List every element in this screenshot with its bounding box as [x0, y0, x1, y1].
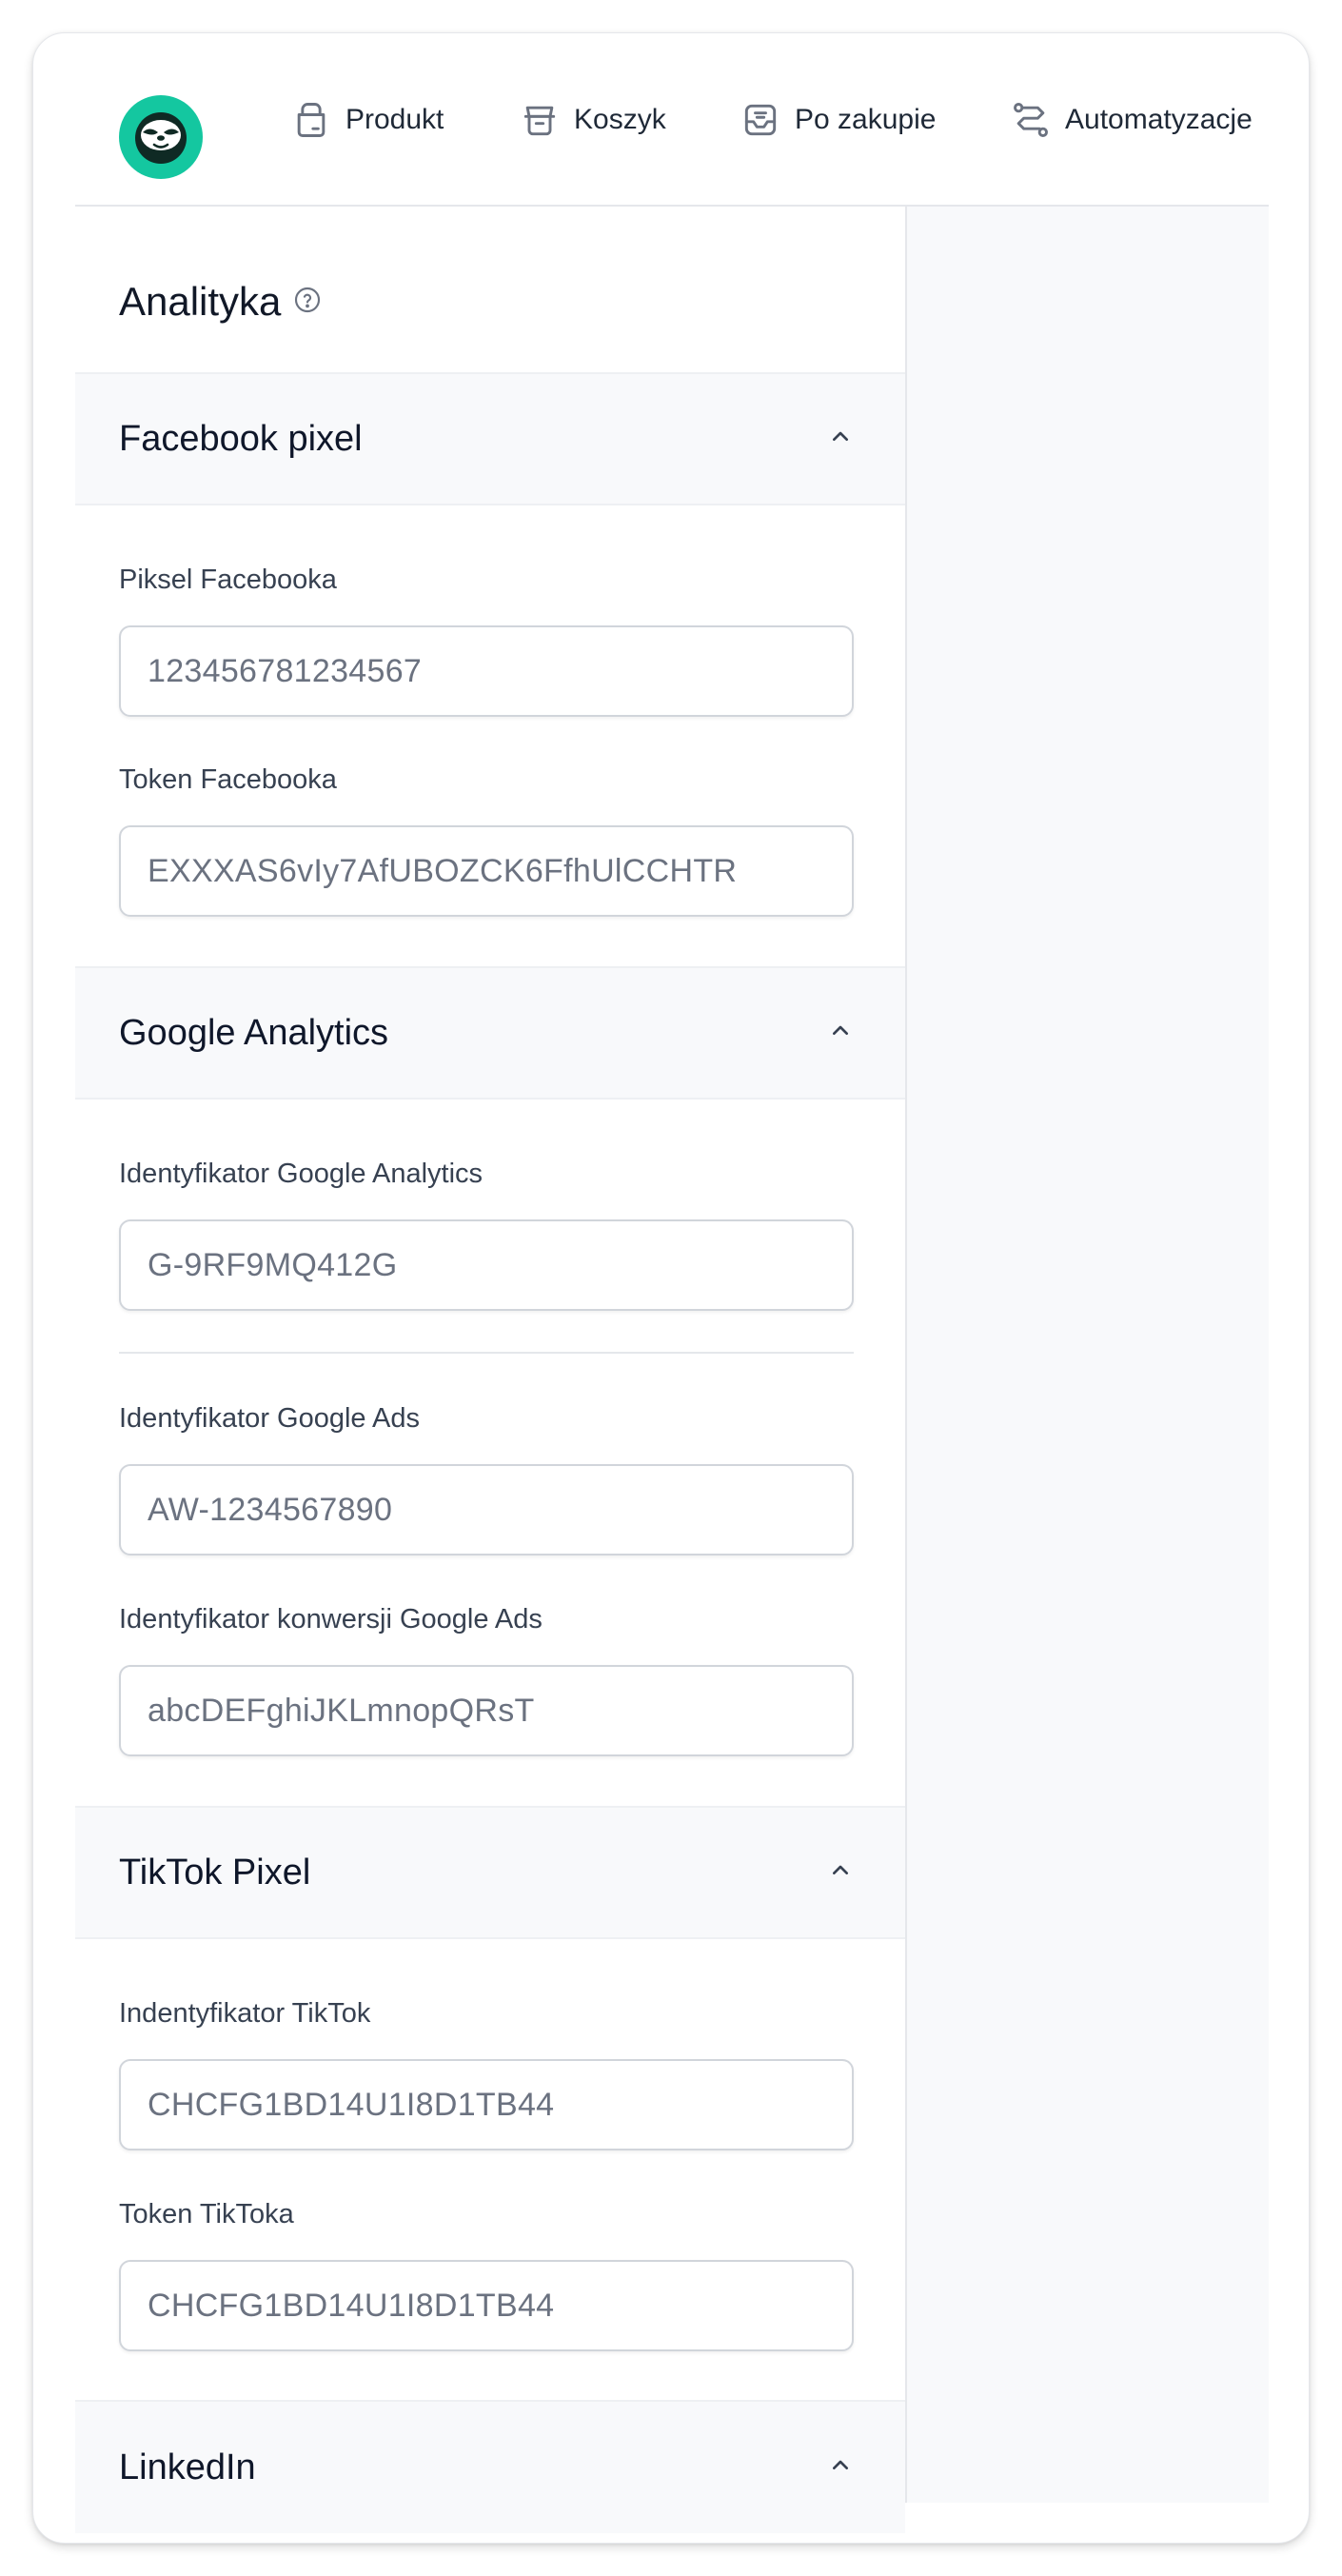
section-title: Google Analytics [119, 1012, 389, 1053]
google-ads-conversion-input[interactable]: abcDEFghiJKLmnopQRsT [119, 1665, 854, 1756]
page-title-text: Analityka [119, 278, 282, 324]
section-header-tiktok[interactable]: TikTok Pixel [75, 1806, 905, 1939]
section-title: Facebook pixel [119, 418, 363, 459]
nav-item-label: Automatyzacje [1065, 104, 1253, 135]
nav-item-koszyk[interactable]: Koszyk [519, 33, 666, 207]
nav-item-label: Po zakupie [795, 104, 937, 135]
field-label: Identyfikator Google Ads [119, 1403, 420, 1434]
field-label: Piksel Facebooka [119, 565, 337, 595]
section-header-facebook[interactable]: Facebook pixel [75, 372, 905, 505]
facebook-token-input[interactable]: EXXXAS6vIy7AfUBOZCK6FfhUlCCHTR [119, 825, 854, 917]
nav-item-po-zakupie[interactable]: Po zakupie [740, 33, 936, 207]
chevron-up-icon[interactable] [825, 422, 861, 457]
nav-item-label: Koszyk [574, 104, 666, 135]
section-header-google[interactable]: Google Analytics [75, 966, 905, 1100]
cart-icon [519, 99, 561, 141]
nav-item-produkt[interactable]: Produkt [290, 33, 444, 207]
inbox-icon [740, 99, 781, 141]
tiktok-id-input[interactable]: CHCFG1BD14U1I8D1TB44 [119, 2059, 854, 2150]
divider [119, 1352, 854, 1354]
nav-item-automatyzacje[interactable]: Automatyzacje [1010, 33, 1253, 207]
field-label: Token Facebooka [119, 764, 337, 795]
chevron-up-icon[interactable] [825, 2450, 861, 2486]
field-label: Token TikToka [119, 2199, 294, 2229]
chevron-up-icon[interactable] [825, 1855, 861, 1891]
field-label: Identyfikator Google Analytics [119, 1159, 484, 1189]
top-nav: Produkt Koszyk Po zakupie Automatyzacje [75, 33, 1269, 207]
question-circle-icon[interactable] [292, 281, 323, 322]
analytics-panel: Analityka Facebook pixel Piksel Facebook… [75, 207, 907, 2533]
preview-panel [907, 207, 1269, 2503]
nav-item-label: Produkt [345, 104, 444, 135]
page-title: Analityka [119, 281, 323, 322]
route-icon [1010, 99, 1052, 141]
product-icon [290, 99, 332, 141]
section-header-linkedin[interactable]: LinkedIn [75, 2400, 905, 2533]
google-analytics-id-input[interactable]: G-9RF9MQ412G [119, 1219, 854, 1311]
section-title: TikTok Pixel [119, 1852, 311, 1892]
settings-card: Produkt Koszyk Po zakupie Automatyzacje … [32, 32, 1310, 2544]
facebook-pixel-input[interactable]: 123456781234567 [119, 625, 854, 717]
section-title: LinkedIn [119, 2447, 256, 2487]
field-label: Indentyfikator TikTok [119, 1998, 371, 2029]
google-ads-id-input[interactable]: AW-1234567890 [119, 1464, 854, 1556]
sloth-logo-icon[interactable] [119, 95, 203, 179]
chevron-up-icon[interactable] [825, 1016, 861, 1051]
tiktok-token-input[interactable]: CHCFG1BD14U1I8D1TB44 [119, 2260, 854, 2351]
field-label: Identyfikator konwersji Google Ads [119, 1604, 543, 1635]
